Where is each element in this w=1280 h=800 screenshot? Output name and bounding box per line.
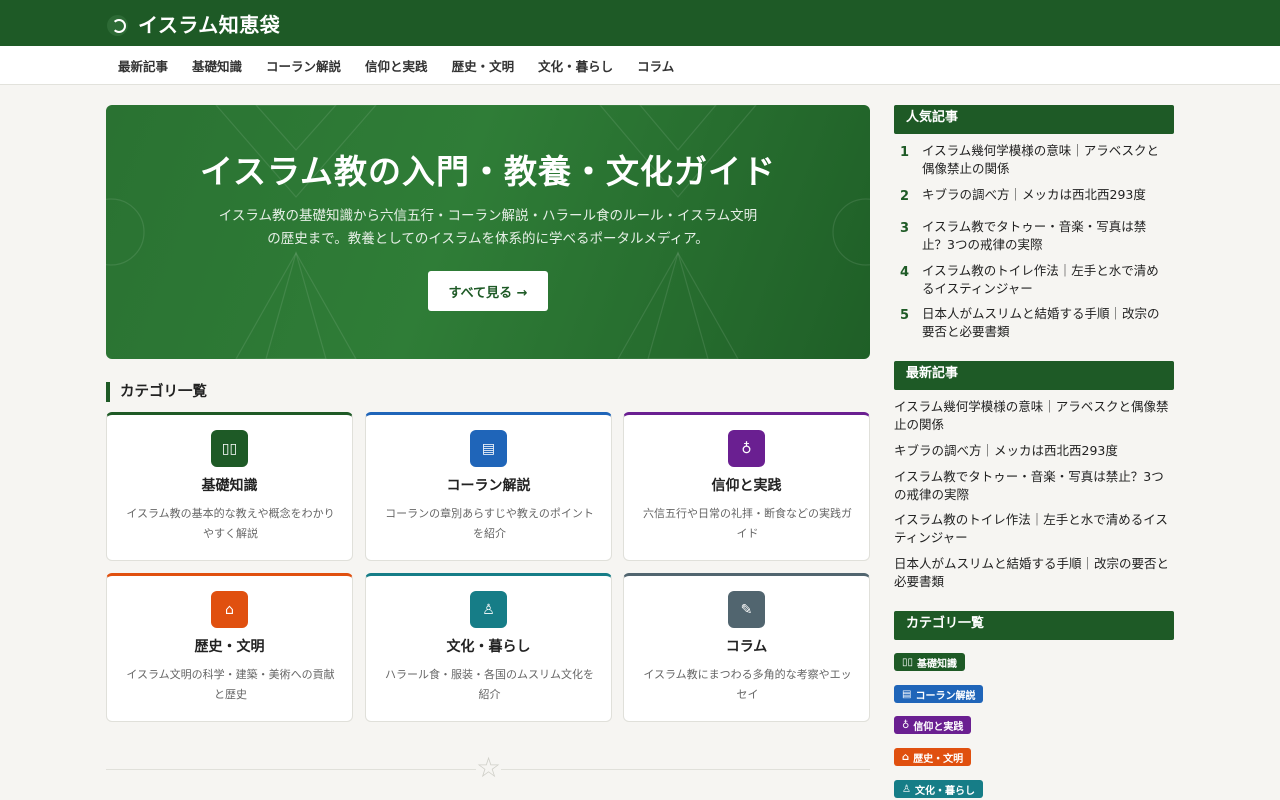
category-name: コーラン解説 bbox=[446, 478, 531, 494]
nav-item-latest[interactable]: 最新記事 bbox=[118, 56, 168, 75]
book-icon: ▯▯ bbox=[902, 656, 914, 668]
popular-title[interactable]: イスラム教でタトゥー・音楽・写真は禁止？3つの戒律の実際 bbox=[922, 218, 1162, 254]
category-card-history[interactable]: ⌂ 歴史・文明 イスラム文明の科学・建築・美術への貢献と歴史 bbox=[106, 573, 353, 722]
site-title[interactable]: イスラム知恵袋 bbox=[138, 9, 280, 38]
category-tag-label: 基礎知識 bbox=[917, 658, 958, 670]
category-tag-history[interactable]: ⌂ 歴史・文明 bbox=[894, 748, 972, 766]
category-name: 歴史・文明 bbox=[194, 639, 265, 655]
category-tag-label: 文化・暮らし bbox=[914, 785, 975, 797]
category-tag-culture[interactable]: ♙ 文化・暮らし bbox=[894, 780, 983, 798]
nav-item-quran[interactable]: コーラン解説 bbox=[266, 56, 341, 75]
prayer-icon: ♁ bbox=[728, 430, 765, 467]
category-description: イスラム文明の科学・建築・美術への貢献と歴史 bbox=[126, 668, 335, 701]
scripture-icon: ▤ bbox=[902, 688, 912, 700]
lantern-icon: ♙ bbox=[902, 783, 911, 795]
latest-item[interactable]: 日本人がムスリムと結婚する手順｜改宗の要否と必要書類 bbox=[894, 555, 1174, 591]
category-tag-quran[interactable]: ▤ コーラン解説 bbox=[894, 685, 984, 703]
rank-number: 4 bbox=[900, 265, 910, 280]
category-card-quran[interactable]: ▤ コーラン解説 コーランの章別あらすじや教えのポイントを紹介 bbox=[365, 412, 612, 561]
hero-description-line2: の歴史まで。教養としてのイスラムを体系的に学べるポータルメディア。 bbox=[267, 231, 709, 247]
rank-number: 2 bbox=[900, 189, 910, 204]
pen-icon: ✎ bbox=[728, 591, 765, 628]
category-card-faith[interactable]: ♁ 信仰と実践 六信五行や日常の礼拝・断食などの実践ガイド bbox=[623, 412, 870, 561]
latest-item[interactable]: キブラの調べ方｜メッカは西北西293度 bbox=[894, 442, 1174, 460]
lantern-icon: ♙ bbox=[470, 591, 507, 628]
book-icon: ▯▯ bbox=[211, 430, 248, 467]
star-icon: ☆ bbox=[476, 751, 502, 784]
scripture-icon: ▤ bbox=[470, 430, 507, 467]
popular-title[interactable]: イスラム教のトイレ作法｜左手と水で清めるイスティンジャー bbox=[922, 262, 1162, 298]
category-card-column[interactable]: ✎ コラム イスラム教にまつわる多角的な考察やエッセイ bbox=[623, 573, 870, 722]
nav-item-column[interactable]: コラム bbox=[637, 56, 674, 75]
prayer-icon: ♁ bbox=[902, 719, 910, 731]
category-name: 文化・暮らし bbox=[446, 639, 531, 655]
hero-description: イスラム教の基礎知識から六信五行・コーラン解説・ハラール食のルール・イスラム文明… bbox=[198, 205, 778, 251]
category-description: 六信五行や日常の礼拝・断食などの実践ガイド bbox=[643, 507, 852, 540]
mosque-icon: ⌂ bbox=[211, 591, 248, 628]
category-description: コーランの章別あらすじや教えのポイントを紹介 bbox=[385, 507, 594, 540]
nav-item-faith[interactable]: 信仰と実践 bbox=[365, 56, 428, 75]
category-section-title: カテゴリ一覧 bbox=[106, 382, 207, 402]
category-name: 基礎知識 bbox=[201, 478, 258, 494]
category-tag-faith[interactable]: ♁ 信仰と実践 bbox=[894, 716, 972, 734]
nav-item-basics[interactable]: 基礎知識 bbox=[192, 56, 242, 75]
category-name: 信仰と実践 bbox=[711, 478, 782, 494]
category-card-basics[interactable]: ▯▯ 基礎知識 イスラム教の基本的な教えや概念をわかりやすく解説 bbox=[106, 412, 353, 561]
category-tag-basics[interactable]: ▯▯ 基礎知識 bbox=[894, 653, 966, 671]
site-header: イスラム知恵袋 bbox=[0, 0, 1280, 46]
category-name: コラム bbox=[725, 639, 768, 655]
view-all-button[interactable]: すべて見る → bbox=[428, 271, 548, 311]
nav-item-culture[interactable]: 文化・暮らし bbox=[538, 56, 613, 75]
popular-heading: 人気記事 bbox=[894, 105, 1174, 134]
global-nav: 最新記事 基礎知識 コーラン解説 信仰と実践 歴史・文明 文化・暮らし コラム bbox=[0, 46, 1280, 85]
popular-title[interactable]: キブラの調べ方｜メッカは西北西293度 bbox=[922, 186, 1162, 204]
site-logo[interactable]: イスラム知恵袋 bbox=[107, 9, 280, 38]
hero-description-line1: イスラム教の基礎知識から六信五行・コーラン解説・ハラール食のルール・イスラム文明 bbox=[218, 208, 758, 224]
category-description: イスラム教の基本的な教えや概念をわかりやすく解説 bbox=[126, 507, 335, 540]
sidebar-category-heading: カテゴリ一覧 bbox=[894, 611, 1174, 640]
popular-title[interactable]: イスラム幾何学模様の意味｜アラベスクと偶像禁止の関係 bbox=[922, 142, 1162, 178]
rank-number: 1 bbox=[900, 145, 910, 160]
category-description: ハラール食・服装・各国のムスリム文化を紹介 bbox=[385, 668, 594, 701]
rank-number: 3 bbox=[900, 221, 910, 236]
hero-title: イスラム教の入門・教養・文化ガイド bbox=[199, 152, 777, 191]
latest-heading: 最新記事 bbox=[894, 361, 1174, 390]
latest-item[interactable]: イスラム幾何学模様の意味｜アラベスクと偶像禁止の関係 bbox=[894, 398, 1174, 434]
nav-item-history[interactable]: 歴史・文明 bbox=[452, 56, 515, 75]
category-tag-label: 歴史・文明 bbox=[913, 753, 964, 765]
nav-menu: 最新記事 基礎知識 コーラン解説 信仰と実践 歴史・文明 文化・暮らし コラム bbox=[118, 46, 698, 84]
latest-item[interactable]: イスラム教でタトゥー・音楽・写真は禁止？3つの戒律の実際 bbox=[894, 468, 1174, 504]
popular-title[interactable]: 日本人がムスリムと結婚する手順｜改宗の要否と必要書類 bbox=[922, 305, 1162, 341]
category-description: イスラム教にまつわる多角的な考察やエッセイ bbox=[643, 668, 852, 701]
mosque-icon: ⌂ bbox=[902, 751, 910, 763]
category-card-culture[interactable]: ♙ 文化・暮らし ハラール食・服装・各国のムスリム文化を紹介 bbox=[365, 573, 612, 722]
rank-number: 5 bbox=[900, 308, 910, 323]
category-tag-label: コーラン解説 bbox=[915, 690, 976, 702]
crescent-icon bbox=[107, 15, 128, 36]
category-tag-label: 信仰と実践 bbox=[913, 721, 964, 733]
hero-banner: イスラム教の入門・教養・文化ガイド イスラム教の基礎知識から六信五行・コーラン解… bbox=[106, 105, 870, 359]
latest-item[interactable]: イスラム教のトイレ作法｜左手と水で清めるイスティンジャー bbox=[894, 511, 1174, 547]
